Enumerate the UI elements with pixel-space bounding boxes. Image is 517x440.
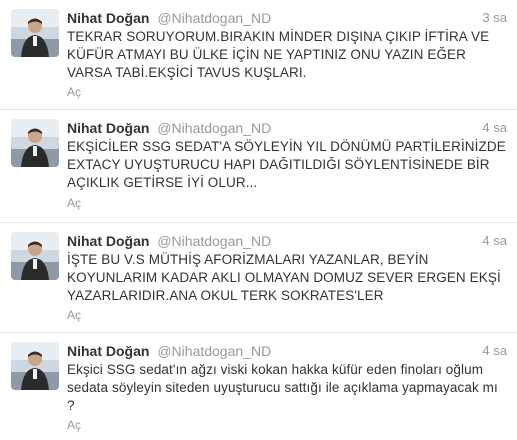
tweet-item[interactable]: Nihat Doğan @Nihatdogan_ND 3 sa TEKRAR S… — [0, 0, 517, 110]
expand-link[interactable]: Aç — [67, 196, 81, 210]
avatar[interactable] — [11, 232, 59, 280]
timestamp[interactable]: 4 sa — [482, 342, 507, 360]
avatar[interactable] — [11, 119, 59, 167]
author-handle[interactable]: @Nihatdogan_ND — [157, 10, 271, 26]
tweet-header: Nihat Doğan @Nihatdogan_ND 4 sa — [67, 119, 507, 137]
author-handle[interactable]: @Nihatdogan_ND — [157, 233, 271, 249]
timestamp[interactable]: 4 sa — [482, 232, 507, 250]
author-name[interactable]: Nihat Doğan — [67, 120, 149, 136]
avatar[interactable] — [11, 342, 59, 390]
tweet-header: Nihat Doğan @Nihatdogan_ND 4 sa — [67, 342, 507, 360]
expand-link[interactable]: Aç — [67, 418, 81, 432]
avatar[interactable] — [11, 9, 59, 57]
author-name[interactable]: Nihat Doğan — [67, 343, 149, 359]
tweet-text: İŞTE BU V.S MÜTHİŞ AFORİZMALARI YAZANLAR… — [67, 252, 501, 303]
tweet-text: TEKRAR SORUYORUM.BIRAKIN MİNDER DIŞINA Ç… — [67, 29, 490, 80]
tweet-header: Nihat Doğan @Nihatdogan_ND 4 sa — [67, 232, 507, 250]
tweet-item[interactable]: Nihat Doğan @Nihatdogan_ND 4 sa EKŞİCİLE… — [0, 110, 517, 223]
tweet-header: Nihat Doğan @Nihatdogan_ND 3 sa — [67, 9, 507, 27]
tweet-item[interactable]: Nihat Doğan @Nihatdogan_ND 4 sa Ekşici S… — [0, 333, 517, 440]
author-handle[interactable]: @Nihatdogan_ND — [157, 120, 271, 136]
author-name[interactable]: Nihat Doğan — [67, 10, 149, 26]
timestamp[interactable]: 4 sa — [482, 119, 507, 137]
tweet-text: EKŞİCİLER SSG SEDAT'A SÖYLEYİN YIL DÖNÜM… — [67, 139, 506, 190]
author-handle[interactable]: @Nihatdogan_ND — [157, 343, 271, 359]
tweet-timeline: Nihat Doğan @Nihatdogan_ND 3 sa TEKRAR S… — [0, 0, 517, 440]
author-name[interactable]: Nihat Doğan — [67, 233, 149, 249]
tweet-item[interactable]: Nihat Doğan @Nihatdogan_ND 4 sa İŞTE BU … — [0, 223, 517, 333]
timestamp[interactable]: 3 sa — [482, 9, 507, 27]
expand-link[interactable]: Aç — [67, 308, 81, 322]
tweet-text: Ekşici SSG sedat'ın ağzı viski kokan hak… — [67, 362, 498, 413]
expand-link[interactable]: Aç — [67, 85, 81, 99]
